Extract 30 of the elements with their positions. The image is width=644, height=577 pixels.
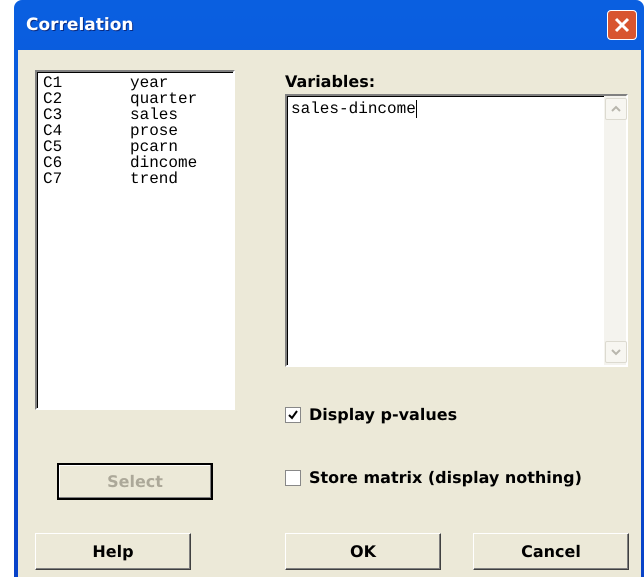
column-name: dincome [130,155,198,171]
window-title: Correlation [26,15,134,35]
column-id: C1 [43,75,64,91]
column-id: C4 [43,123,64,139]
column-list[interactable]: C1 year C2 quarter C3 sales C4 prose C5 pcarn C6 dincome C7 trend [35,70,235,410]
close-icon [613,16,631,34]
cancel-button[interactable]: Cancel [473,533,629,570]
column-id: C7 [43,171,64,187]
checkbox[interactable] [285,470,301,486]
column-id: C3 [43,107,64,123]
column-name: trend [130,171,178,187]
checkbox-label[interactable]: Store matrix (display nothing) [309,468,582,487]
column-name: pcarn [130,139,178,155]
column-id: C5 [43,139,64,155]
column-id: C6 [43,155,64,171]
variables-field[interactable]: sales-dincome [285,94,628,367]
column-name: quarter [130,91,198,107]
scroll-down-icon[interactable] [605,341,627,363]
ok-button[interactable]: OK [285,533,441,570]
column-id: C2 [43,91,64,107]
field-value: sales-dincome [291,100,417,118]
column-name: prose [130,123,178,139]
checkbox-label[interactable]: Display p-values [309,405,458,424]
column-name: sales [130,107,178,123]
checkbox[interactable] [285,406,301,422]
scroll-up-icon[interactable] [605,98,627,120]
column-name: year [130,75,168,91]
variables-label: Variables: [285,72,376,93]
close-button[interactable] [607,10,637,40]
help-button[interactable]: Help [35,533,191,570]
